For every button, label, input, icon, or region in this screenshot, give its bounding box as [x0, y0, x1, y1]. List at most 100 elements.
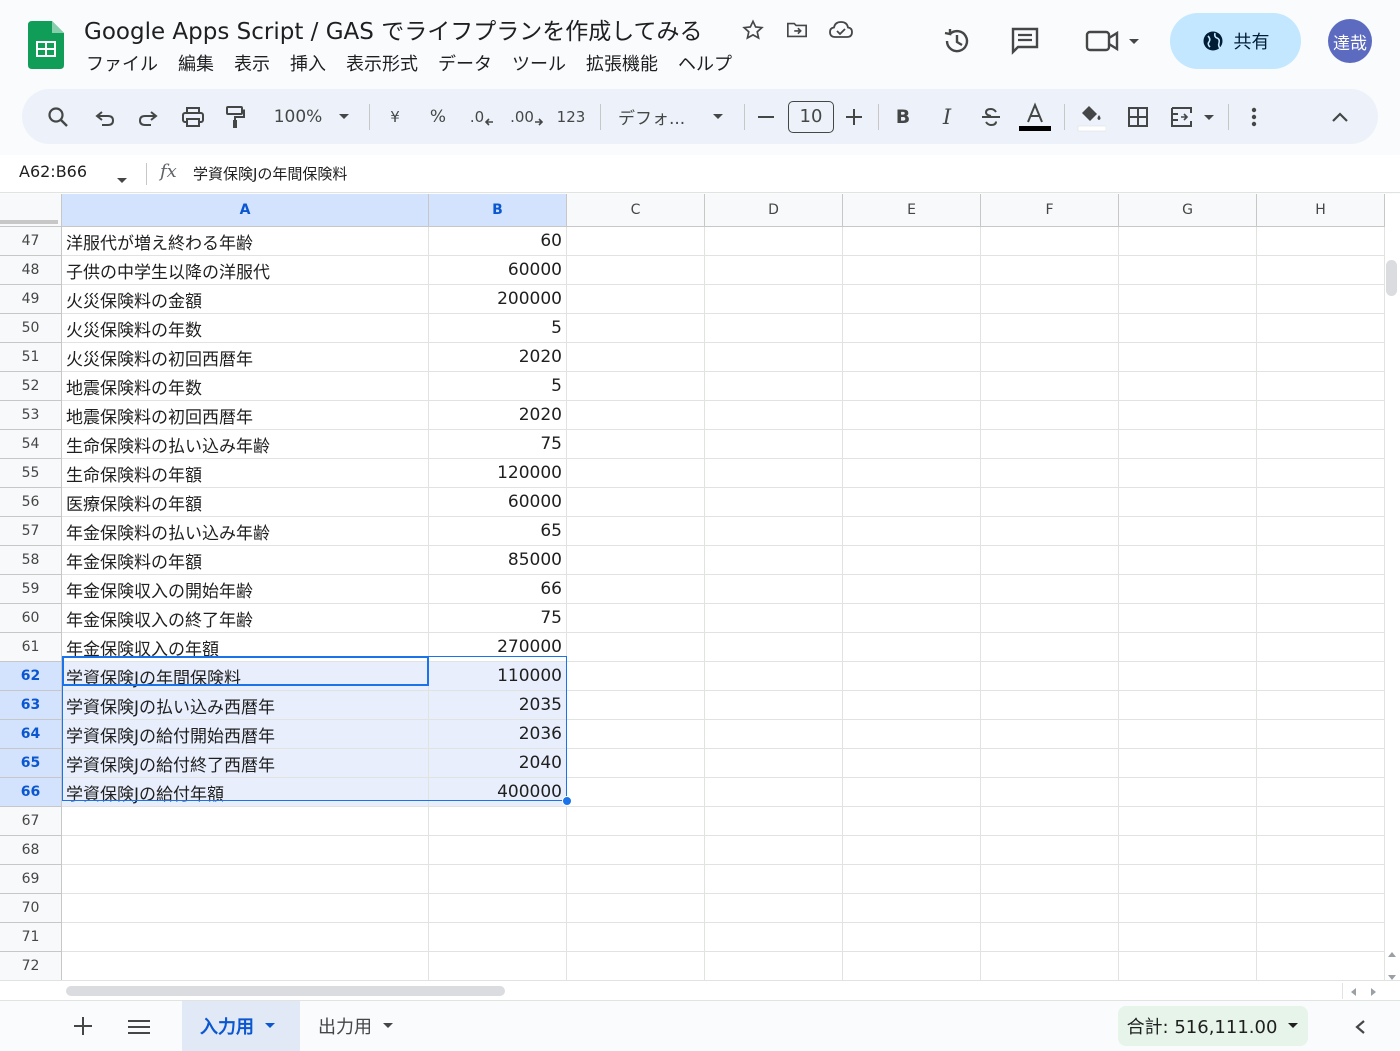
column-header-b[interactable]: B [429, 194, 567, 227]
cell-d66[interactable] [705, 778, 843, 807]
cell-e72[interactable] [843, 952, 981, 981]
cell-b50[interactable]: 5 [429, 314, 567, 343]
merge-cells-icon[interactable] [1168, 89, 1216, 144]
cell-b57[interactable]: 65 [429, 517, 567, 546]
cell-c61[interactable] [567, 633, 705, 662]
share-button[interactable]: 共有 [1170, 13, 1301, 69]
cell-d61[interactable] [705, 633, 843, 662]
cell-b63[interactable]: 2035 [429, 691, 567, 720]
text-color-icon[interactable] [1018, 89, 1052, 144]
cell-b64[interactable]: 2036 [429, 720, 567, 749]
comments-icon[interactable] [1008, 25, 1042, 57]
cell-h65[interactable] [1257, 749, 1385, 778]
cell-e56[interactable] [843, 488, 981, 517]
row-header[interactable]: 62 [0, 662, 62, 691]
cell-e52[interactable] [843, 372, 981, 401]
cell-a68[interactable] [62, 836, 429, 865]
column-header-g[interactable]: G [1119, 194, 1257, 227]
search-icon[interactable] [42, 89, 74, 144]
cell-b58[interactable]: 85000 [429, 546, 567, 575]
row-header[interactable]: 65 [0, 749, 62, 778]
cell-g49[interactable] [1119, 285, 1257, 314]
menu-tools[interactable]: ツール [502, 52, 576, 78]
cell-g70[interactable] [1119, 894, 1257, 923]
cell-d63[interactable] [705, 691, 843, 720]
cell-h51[interactable] [1257, 343, 1385, 372]
cell-h50[interactable] [1257, 314, 1385, 343]
cell-f53[interactable] [981, 401, 1119, 430]
cell-e68[interactable] [843, 836, 981, 865]
cell-g54[interactable] [1119, 430, 1257, 459]
name-box-dropdown-icon[interactable] [116, 170, 128, 189]
cell-a71[interactable] [62, 923, 429, 952]
cell-h72[interactable] [1257, 952, 1385, 981]
cell-e70[interactable] [843, 894, 981, 923]
cell-a61[interactable]: 年金保険収入の年額 [62, 633, 429, 662]
cell-a72[interactable] [62, 952, 429, 981]
cell-e50[interactable] [843, 314, 981, 343]
cell-h69[interactable] [1257, 865, 1385, 894]
cell-a57[interactable]: 年金保険料の払い込み年齢 [62, 517, 429, 546]
cell-f67[interactable] [981, 807, 1119, 836]
selection-sum-button[interactable]: 合計: 516,111.00 [1118, 1006, 1308, 1046]
cell-g61[interactable] [1119, 633, 1257, 662]
cell-h60[interactable] [1257, 604, 1385, 633]
cell-g47[interactable] [1119, 227, 1257, 256]
star-icon[interactable] [740, 17, 766, 43]
cell-d47[interactable] [705, 227, 843, 256]
scroll-left-arrow-icon[interactable] [1350, 988, 1356, 996]
cell-b56[interactable]: 60000 [429, 488, 567, 517]
cell-h70[interactable] [1257, 894, 1385, 923]
column-header-h[interactable]: H [1257, 194, 1385, 227]
cell-c71[interactable] [567, 923, 705, 952]
row-header[interactable]: 50 [0, 314, 62, 343]
select-all-corner[interactable] [0, 194, 62, 227]
cell-d58[interactable] [705, 546, 843, 575]
menu-help[interactable]: ヘルプ [668, 52, 742, 78]
cell-a56[interactable]: 医療保険料の年額 [62, 488, 429, 517]
cell-f55[interactable] [981, 459, 1119, 488]
cell-f71[interactable] [981, 923, 1119, 952]
decrease-font-size-icon[interactable] [754, 89, 778, 144]
paint-format-icon[interactable] [220, 89, 250, 144]
more-options-icon[interactable] [1242, 89, 1266, 144]
row-header[interactable]: 48 [0, 256, 62, 285]
row-header[interactable]: 64 [0, 720, 62, 749]
cell-d51[interactable] [705, 343, 843, 372]
cell-h66[interactable] [1257, 778, 1385, 807]
cell-f48[interactable] [981, 256, 1119, 285]
cell-e51[interactable] [843, 343, 981, 372]
cell-a48[interactable]: 子供の中学生以降の洋服代 [62, 256, 429, 285]
cell-g62[interactable] [1119, 662, 1257, 691]
sheet-tab-input[interactable]: 入力用 [182, 1001, 300, 1051]
cell-h53[interactable] [1257, 401, 1385, 430]
strikethrough-icon[interactable] [977, 89, 1005, 144]
row-header[interactable]: 70 [0, 894, 62, 923]
cell-a49[interactable]: 火災保険料の金額 [62, 285, 429, 314]
cell-c68[interactable] [567, 836, 705, 865]
menu-data[interactable]: データ [428, 52, 502, 78]
cell-b51[interactable]: 2020 [429, 343, 567, 372]
menu-file[interactable]: ファイル [76, 52, 168, 78]
cell-f72[interactable] [981, 952, 1119, 981]
cell-h71[interactable] [1257, 923, 1385, 952]
cell-a60[interactable]: 年金保険収入の終了年齢 [62, 604, 429, 633]
cell-b54[interactable]: 75 [429, 430, 567, 459]
cell-h67[interactable] [1257, 807, 1385, 836]
cell-a63[interactable]: 学資保険Jの払い込み西暦年 [62, 691, 429, 720]
cell-h55[interactable] [1257, 459, 1385, 488]
cell-d48[interactable] [705, 256, 843, 285]
scroll-up-arrow-icon[interactable] [1388, 942, 1396, 961]
cell-c67[interactable] [567, 807, 705, 836]
sheet-tab-output[interactable]: 出力用 [300, 1001, 418, 1051]
cell-e61[interactable] [843, 633, 981, 662]
cell-e53[interactable] [843, 401, 981, 430]
cell-h64[interactable] [1257, 720, 1385, 749]
cell-h56[interactable] [1257, 488, 1385, 517]
cell-b67[interactable] [429, 807, 567, 836]
row-header[interactable]: 47 [0, 227, 62, 256]
cell-e60[interactable] [843, 604, 981, 633]
cell-h57[interactable] [1257, 517, 1385, 546]
cell-f50[interactable] [981, 314, 1119, 343]
cell-e67[interactable] [843, 807, 981, 836]
